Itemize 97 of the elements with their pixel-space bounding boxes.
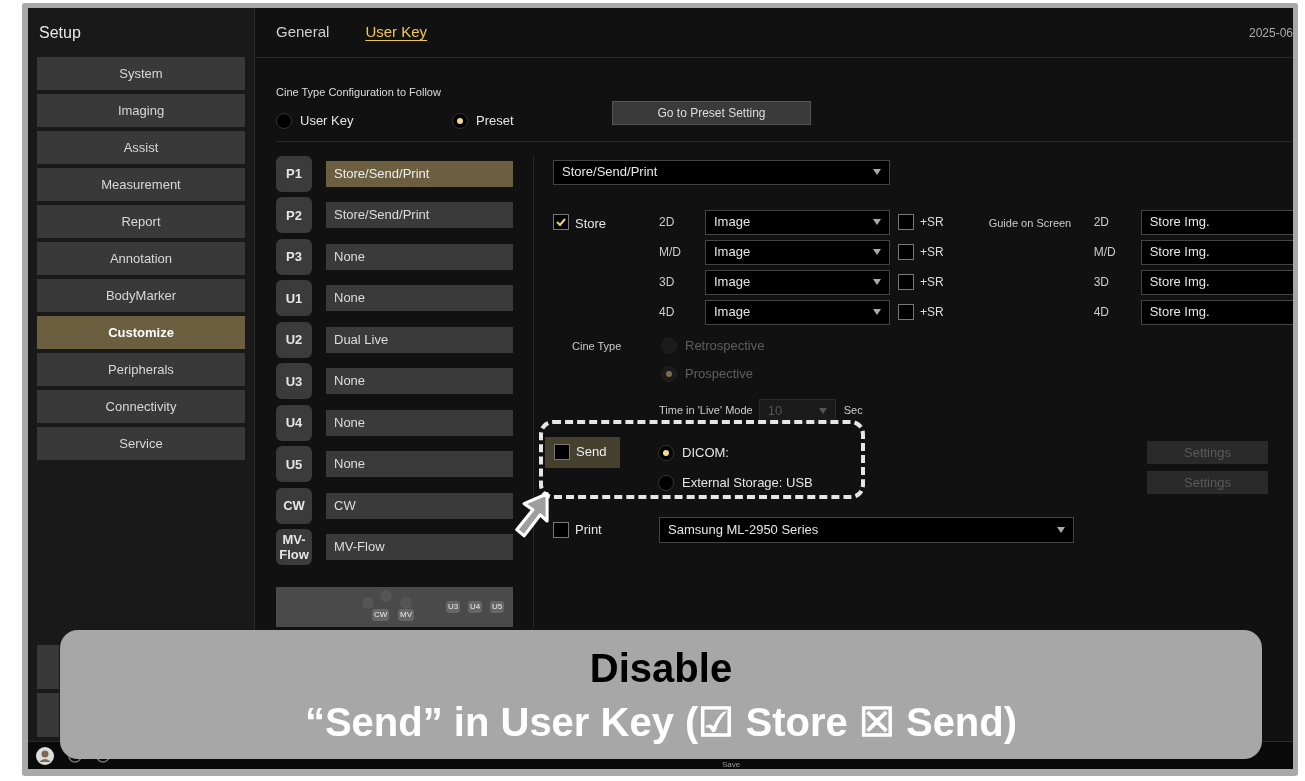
key-badge: P2 xyxy=(276,197,312,233)
preset-setting-button[interactable]: Go to Preset Setting xyxy=(612,100,811,125)
sidebar-item[interactable]: Assist xyxy=(37,131,245,164)
key-field[interactable]: MV-Flow xyxy=(326,534,513,560)
tab[interactable]: General xyxy=(276,21,330,44)
key-field[interactable]: Store/Send/Print xyxy=(326,202,513,228)
checkbox[interactable] xyxy=(898,244,914,260)
key-field[interactable]: None xyxy=(326,243,513,270)
section-label: Cine Type Configuration to Follow xyxy=(276,85,442,100)
checkbox[interactable] xyxy=(898,274,914,290)
key-label: U4 xyxy=(468,600,483,613)
checkbox-label: Print xyxy=(575,520,602,539)
key-badge: U4 xyxy=(276,404,312,441)
sidebar-title: Setup xyxy=(38,23,82,43)
mode-label: M/D xyxy=(659,244,682,261)
key-label: CW xyxy=(372,608,390,621)
mode-label: 2D xyxy=(1093,214,1111,231)
date-text: 2025-06 xyxy=(1248,24,1293,42)
caption-title: Disable xyxy=(589,644,733,691)
caret-icon xyxy=(873,309,881,315)
mode-label: M/D xyxy=(1093,244,1117,261)
checkbox[interactable] xyxy=(898,304,914,320)
sidebar-item[interactable]: Imaging xyxy=(37,94,245,127)
key-field[interactable]: Store/Send/Print xyxy=(326,160,513,187)
dropdown[interactable]: Image xyxy=(705,239,890,265)
sidebar-item[interactable]: System xyxy=(37,57,245,90)
caption-text: “Send” in User Key (☑ Store ☒ Send) xyxy=(304,698,1018,745)
key-badge: U5 xyxy=(276,446,312,482)
key-badge: U2 xyxy=(276,321,312,358)
caret-icon xyxy=(873,169,881,175)
caret-icon xyxy=(873,219,881,225)
checkbox-label: +SR xyxy=(920,274,944,291)
unit-label: Sec xyxy=(843,403,863,419)
dropdown[interactable]: Store/Send/Print xyxy=(553,159,890,185)
checkbox[interactable] xyxy=(553,213,569,230)
dropdown[interactable]: Image xyxy=(705,209,890,235)
mode-label: 2D xyxy=(659,214,676,231)
key-badge: CW xyxy=(276,487,312,524)
sidebar-item[interactable]: Peripherals xyxy=(37,353,245,386)
dropdown[interactable]: Samsung ML-2950 Series xyxy=(659,516,1074,543)
key-label: MV xyxy=(398,608,414,621)
radio-label: External Storage: USB xyxy=(682,473,813,492)
guide-label: Guide on Screen xyxy=(988,215,1073,231)
sidebar-item[interactable]: Service xyxy=(37,427,245,460)
section-label: Cine Type xyxy=(571,338,623,354)
key-field[interactable]: CW xyxy=(326,492,513,519)
caret-icon xyxy=(1057,526,1065,533)
tab[interactable]: User Key xyxy=(365,21,428,44)
key-field[interactable]: None xyxy=(326,451,513,477)
mode-label: 3D xyxy=(659,274,676,291)
send-toggle[interactable]: Send xyxy=(545,436,620,468)
radio-label: Retrospective xyxy=(685,336,765,355)
dropdown[interactable]: Image xyxy=(705,269,890,295)
pointer-arrow-icon xyxy=(513,489,551,538)
sidebar-item[interactable]: Report xyxy=(37,205,245,238)
mode-label: 4D xyxy=(1093,304,1111,321)
key-field[interactable]: None xyxy=(326,409,513,436)
checkbox-label: +SR xyxy=(920,304,944,321)
sidebar-item[interactable]: Measurement xyxy=(37,168,245,201)
caret-icon xyxy=(873,279,881,285)
checkbox[interactable] xyxy=(898,214,914,230)
radio-label: Prospective xyxy=(685,364,753,383)
sidebar-item[interactable]: Annotation xyxy=(37,242,245,275)
checkbox-label: +SR xyxy=(920,214,944,231)
caret-icon xyxy=(873,249,881,255)
save-label[interactable]: Save xyxy=(722,761,741,769)
sidebar-item[interactable]: Customize xyxy=(37,316,245,349)
radio-button[interactable] xyxy=(452,112,468,129)
key-field[interactable]: None xyxy=(326,285,513,311)
field-label: Time in 'Live' Mode xyxy=(659,403,753,419)
mode-label: 4D xyxy=(659,304,676,321)
key-badge: U1 xyxy=(276,280,312,316)
key-badge: P1 xyxy=(276,155,312,192)
sidebar-item[interactable]: BodyMarker xyxy=(37,279,245,312)
checkbox-label: Store xyxy=(575,214,607,233)
radio-button[interactable] xyxy=(276,112,292,129)
key-label: U5 xyxy=(490,600,505,613)
key-field[interactable]: None xyxy=(326,368,513,394)
sidebar-item[interactable]: Connectivity xyxy=(37,390,245,423)
mode-label: 3D xyxy=(1093,274,1111,291)
radio-label: DICOM: xyxy=(682,443,729,462)
radio-button[interactable] xyxy=(658,474,674,491)
key-badge: P3 xyxy=(276,238,312,275)
checkbox-label: Send xyxy=(576,443,607,462)
checkbox-label: +SR xyxy=(920,244,944,261)
avatar-icon xyxy=(36,746,54,765)
radio-label: Preset xyxy=(476,112,514,130)
checkbox[interactable] xyxy=(554,444,570,460)
key-label: U3 xyxy=(446,600,461,613)
dropdown[interactable]: Image xyxy=(705,299,890,325)
checkbox[interactable] xyxy=(553,521,569,538)
key-field[interactable]: Dual Live xyxy=(326,326,513,353)
radio-label: User Key xyxy=(300,112,354,130)
radio-button[interactable] xyxy=(658,444,674,461)
key-badge: MV-Flow xyxy=(276,529,312,565)
caret-icon xyxy=(818,407,827,414)
key-badge: U3 xyxy=(276,363,312,399)
